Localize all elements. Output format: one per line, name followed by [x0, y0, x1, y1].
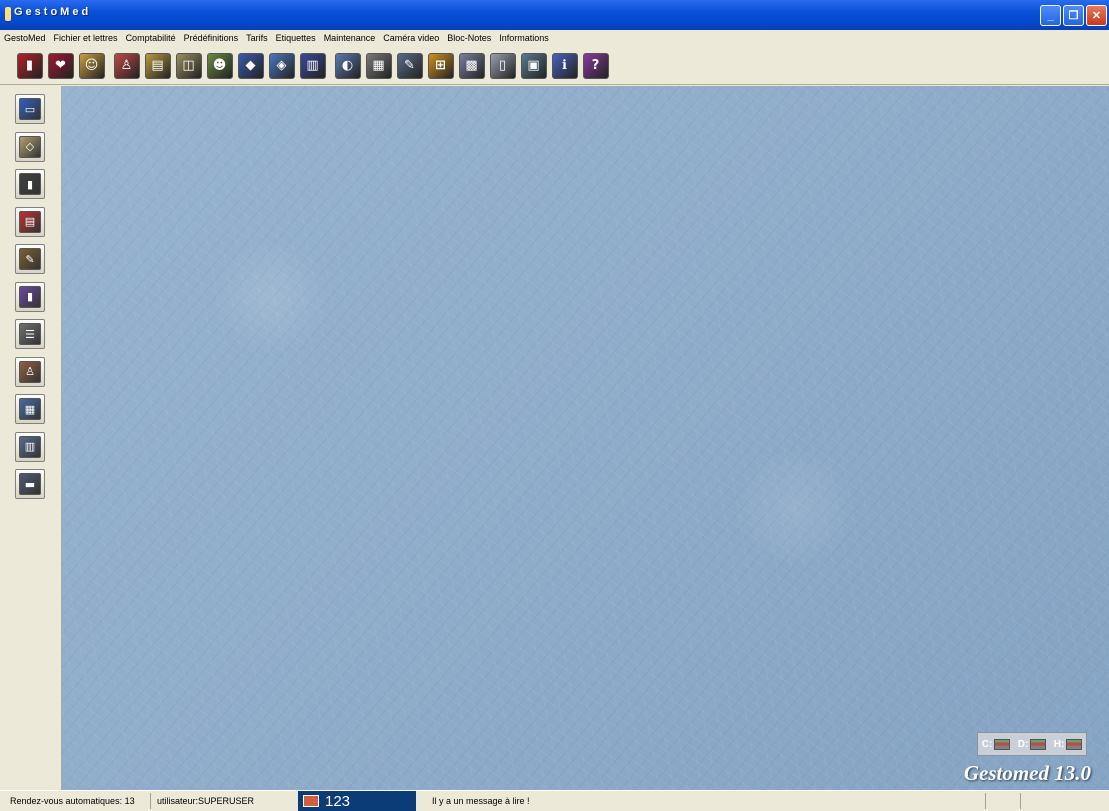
toolbar-button-people-group[interactable]: ☺: [76, 49, 107, 83]
calendar-notes-icon: ▤: [144, 52, 171, 79]
toolbar-button-blue-book[interactable]: ◆: [235, 49, 266, 83]
maximize-button[interactable]: ❐: [1063, 5, 1084, 26]
status-user: utilisateur:SUPERUSER: [157, 795, 255, 806]
menu-fichier-lettres[interactable]: Fichier et lettres: [50, 33, 122, 43]
sidebar-button-pencil-book[interactable]: ✎: [15, 244, 45, 274]
binder-icon: ▥: [299, 52, 326, 79]
sidebar-button-agenda-grid[interactable]: ▦: [15, 394, 45, 424]
menu-bar: GestoMed Fichier et lettres Comptabilité…: [0, 30, 1109, 46]
toolbar-button-exit-door[interactable]: ▮: [14, 49, 45, 83]
person-icon: ♙: [113, 52, 140, 79]
menu-gestomed[interactable]: GestoMed: [0, 33, 50, 43]
monitor-icon: ▭: [19, 98, 41, 120]
toolbar-button-pen[interactable]: ✎: [394, 49, 425, 83]
pencil-book-icon: ✎: [19, 248, 41, 270]
calendar-planner-icon: ▤: [19, 210, 41, 233]
minimize-button[interactable]: _: [1040, 5, 1061, 26]
open-book-icon: ◫: [175, 52, 202, 79]
toolbar-button-help-book[interactable]: ?: [580, 49, 611, 83]
workspace-background: C: D: H: Gestomed 13.0: [62, 86, 1109, 790]
sidebar-button-list-grid[interactable]: ☰: [15, 319, 45, 349]
close-button[interactable]: ✕: [1086, 5, 1107, 26]
disk-drive-icon: ◇: [19, 135, 41, 158]
toolbar-button-open-book[interactable]: ◫: [173, 49, 204, 83]
sidebar-button-calendar-planner[interactable]: ▤: [15, 206, 45, 237]
drive-gauge-icon: [1030, 738, 1047, 750]
toolbar: ▮ ❤ ☺ ♙ ▤ ◫ ☻ ◆ ◈ ▥ ◐ ▦ ✎ ⊞ ▩ ▯ ▣ ℹ?: [0, 47, 1109, 85]
toolbar-button-calendar-notes[interactable]: ▤: [142, 49, 173, 83]
drive-gauge-icon: [994, 738, 1011, 750]
person-outline-icon: ♙: [19, 360, 41, 383]
toolbar-button-info[interactable]: ℹ: [549, 49, 580, 83]
stats-chart-icon: ▮: [19, 285, 41, 308]
window-title: GestoMed: [14, 6, 92, 18]
drive-c: C:: [982, 738, 1011, 750]
scanner-icon: ◐: [334, 52, 361, 79]
status-count: 123: [325, 792, 351, 810]
toolbar-button-keyboard[interactable]: ▦: [363, 49, 394, 83]
keyboard-icon: ▦: [365, 52, 392, 79]
menu-etiquettes[interactable]: Etiquettes: [272, 33, 320, 43]
toolbar-button-patient-book[interactable]: ❤: [45, 49, 76, 83]
sidebar-button-terminal[interactable]: ▬: [15, 469, 45, 499]
menu-comptabilite[interactable]: Comptabilité: [122, 33, 180, 43]
toolbar-button-document[interactable]: ▯: [487, 49, 518, 83]
toolbar-button-printer[interactable]: ▣: [518, 49, 549, 83]
drive-status-panel: C: D: H:: [977, 732, 1087, 756]
menu-tarifs[interactable]: Tarifs: [242, 33, 272, 43]
drive-h: H:: [1054, 738, 1083, 750]
status-divider: [1020, 793, 1021, 809]
app-system-icon[interactable]: [5, 7, 11, 21]
info-icon: ℹ: [551, 52, 578, 79]
agenda-grid-icon: ▦: [19, 398, 41, 420]
menu-maintenance[interactable]: Maintenance: [320, 33, 380, 43]
status-divider: [985, 793, 986, 809]
toolbar-button-scanner[interactable]: ◐: [332, 49, 363, 83]
printer-icon: ▣: [520, 52, 547, 79]
patient-book-icon: ❤: [47, 52, 74, 79]
brand-version: Gestomed 13.0: [963, 761, 1091, 785]
sidebar-button-door-red[interactable]: ▮: [15, 169, 45, 199]
menu-camera-video[interactable]: Caméra video: [379, 33, 443, 43]
toolbar-button-books-stack[interactable]: ◈: [266, 49, 297, 83]
terminal-icon: ▬: [19, 473, 41, 495]
window-controls: _ ❐ ✕: [1040, 5, 1107, 26]
title-bar: GestoMed _ ❐ ✕: [0, 0, 1109, 30]
status-bar: Rendez-vous automatiques: 13 utilisateur…: [0, 790, 1109, 811]
left-sidebar: ▭ ◇ ▮ ▤ ✎ ▮ ☰ ♙ ▦ ▥ ▬: [0, 86, 62, 790]
menu-predefinitions[interactable]: Prédéfinitions: [180, 33, 243, 43]
sidebar-button-person-outline[interactable]: ♙: [15, 356, 45, 387]
door-red-icon: ▮: [19, 173, 41, 195]
drive-gauge-icon: [1066, 738, 1083, 750]
sidebar-button-monitor[interactable]: ▭: [15, 94, 45, 124]
message-icon: [303, 795, 319, 807]
exit-door-icon: ▮: [16, 52, 43, 79]
people-group-icon: ☺: [78, 52, 105, 79]
toolbar-button-binder[interactable]: ▥: [297, 49, 328, 83]
books-stack-icon: ◈: [268, 52, 295, 79]
toolbar-button-network[interactable]: ⊞: [425, 49, 456, 83]
pen-icon: ✎: [396, 52, 423, 79]
menu-bloc-notes[interactable]: Bloc-Notes: [443, 33, 495, 43]
status-divider: [150, 793, 151, 809]
blue-book-icon: ◆: [237, 52, 264, 79]
sidebar-button-stats-chart[interactable]: ▮: [15, 281, 45, 312]
couple-icon: ☻: [206, 52, 233, 79]
building-icon: ▥: [19, 435, 41, 458]
toolbar-button-couple[interactable]: ☻: [204, 49, 235, 83]
drive-d: D:: [1018, 738, 1047, 750]
list-grid-icon: ☰: [19, 323, 41, 345]
network-icon: ⊞: [427, 52, 454, 79]
status-appointments: Rendez-vous automatiques: 13: [10, 795, 135, 806]
document-icon: ▯: [489, 52, 516, 79]
help-book-icon: ?: [582, 52, 609, 79]
calculator-icon: ▩: [458, 52, 485, 79]
toolbar-button-calculator[interactable]: ▩: [456, 49, 487, 83]
status-message: Il y a un message à lire !: [432, 795, 530, 806]
sidebar-button-building[interactable]: ▥: [15, 431, 45, 462]
sidebar-button-disk-drive[interactable]: ◇: [15, 131, 45, 162]
toolbar-button-person[interactable]: ♙: [111, 49, 142, 83]
menu-informations[interactable]: Informations: [495, 33, 553, 43]
status-counter[interactable]: 123: [298, 791, 416, 811]
